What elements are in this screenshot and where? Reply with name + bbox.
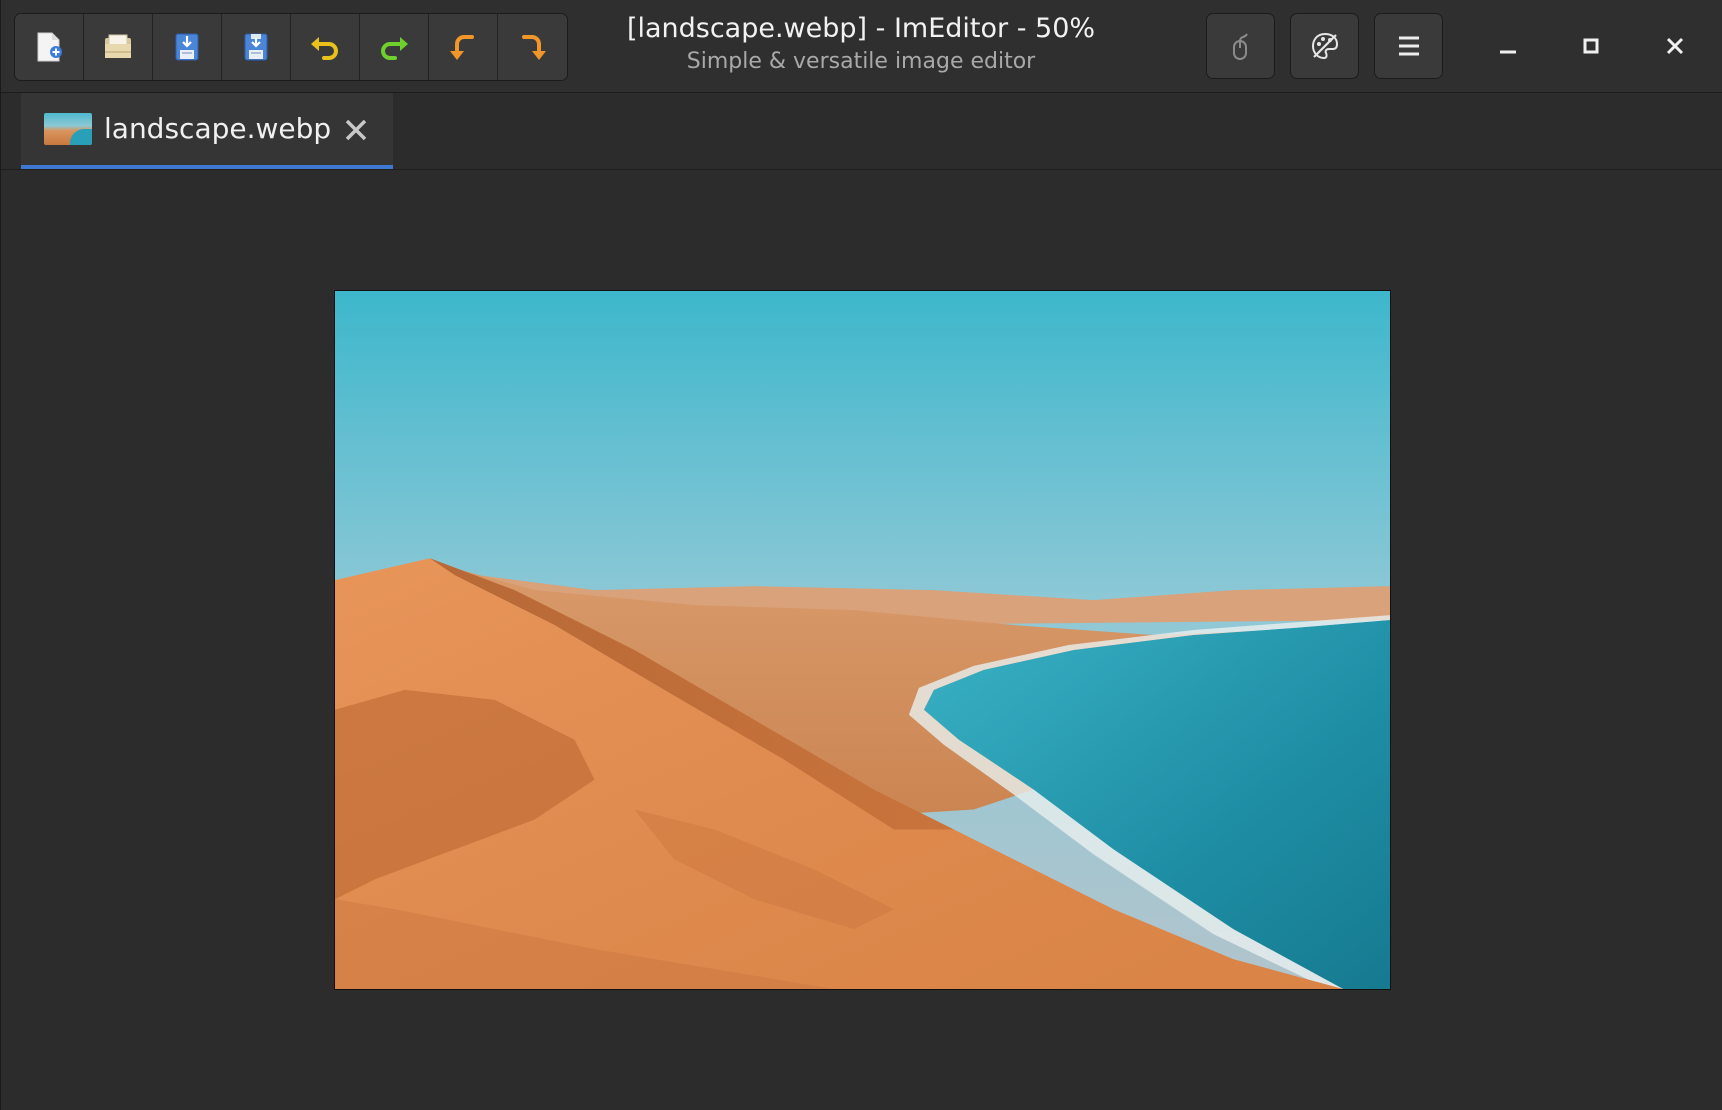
rotate-left-button[interactable] xyxy=(429,14,498,80)
maximize-icon xyxy=(1583,38,1599,54)
canvas-area[interactable] xyxy=(1,170,1722,1110)
window-subtitle: Simple & versatile image editor xyxy=(686,49,1036,74)
rotate-left-icon xyxy=(450,35,474,60)
image-canvas[interactable] xyxy=(334,290,1391,990)
close-icon xyxy=(345,119,367,141)
new-document-icon xyxy=(37,32,62,62)
save-as-button[interactable] xyxy=(222,14,291,80)
pointer-tool-button[interactable] xyxy=(1206,13,1275,79)
file-edit-toolbar xyxy=(14,13,568,81)
app-window: [landscape.webp] - ImEditor - 50% Simple… xyxy=(0,0,1722,1110)
redo-icon xyxy=(381,37,408,60)
undo-icon xyxy=(311,37,338,60)
close-icon xyxy=(1666,37,1684,55)
save-icon xyxy=(175,33,199,61)
window-title: [landscape.webp] - ImEditor - 50% xyxy=(626,13,1096,44)
new-file-button[interactable] xyxy=(15,14,84,80)
redo-button[interactable] xyxy=(360,14,429,80)
minimize-icon xyxy=(1500,50,1516,54)
open-file-button[interactable] xyxy=(84,14,153,80)
hamburger-menu-icon xyxy=(1398,36,1419,56)
tab-bar: landscape.webp xyxy=(1,93,1722,170)
palette-icon xyxy=(1311,32,1338,60)
main-menu-button[interactable] xyxy=(1374,13,1443,79)
tab-label: landscape.webp xyxy=(104,112,332,145)
tab-thumbnail xyxy=(44,113,92,145)
minimize-button[interactable] xyxy=(1484,22,1532,70)
undo-button[interactable] xyxy=(291,14,360,80)
open-folder-icon xyxy=(105,34,131,58)
save-button[interactable] xyxy=(153,14,222,80)
tab-close-button[interactable] xyxy=(339,113,373,147)
close-window-button[interactable] xyxy=(1651,22,1699,70)
landscape-image xyxy=(335,291,1390,989)
rotate-right-button[interactable] xyxy=(498,14,567,80)
tab-landscape[interactable]: landscape.webp xyxy=(21,93,393,169)
save-as-icon xyxy=(244,33,268,61)
title-block: [landscape.webp] - ImEditor - 50% Simple… xyxy=(561,10,1161,76)
tools-button[interactable] xyxy=(1290,13,1359,79)
maximize-button[interactable] xyxy=(1567,22,1615,70)
mouse-icon xyxy=(1232,33,1248,60)
rotate-right-icon xyxy=(521,35,546,60)
header-bar: [landscape.webp] - ImEditor - 50% Simple… xyxy=(1,0,1722,93)
